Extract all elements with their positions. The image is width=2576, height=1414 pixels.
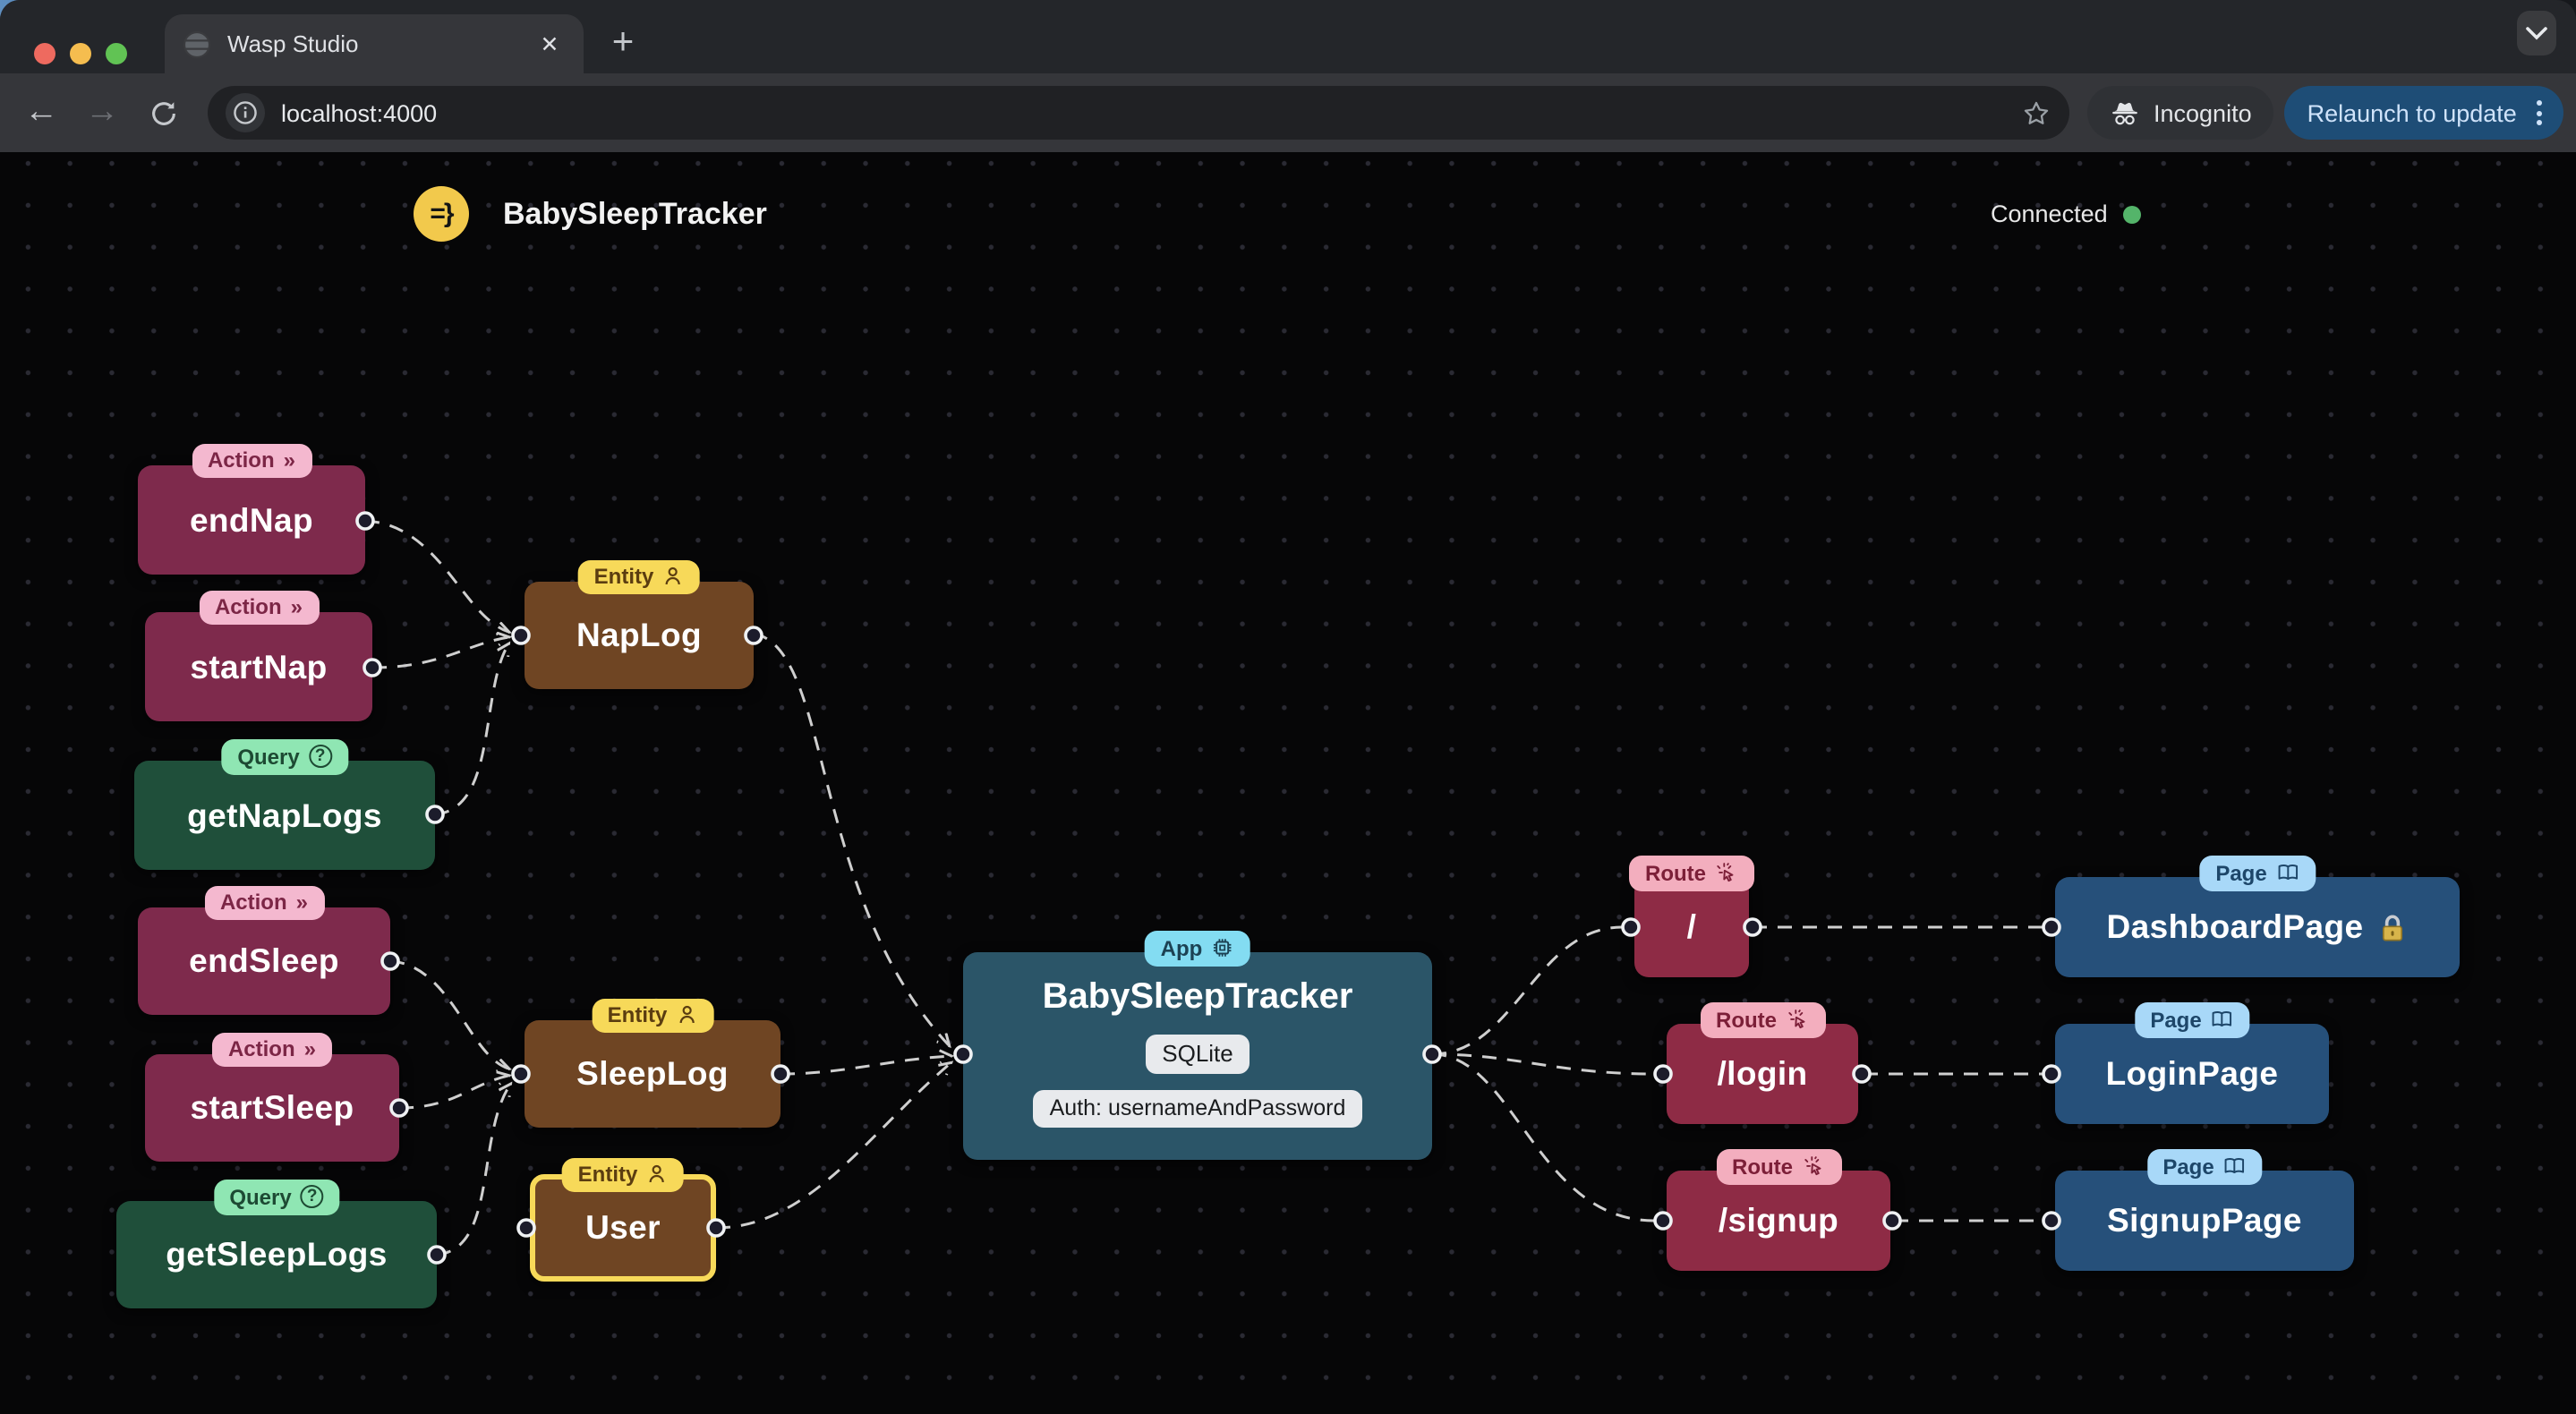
desktop-background: Wasp Studio ✕ + ← → localhost:4000 Incog… [0,0,2576,1414]
node-label: getNapLogs [187,796,382,833]
node-entity-sleeplog[interactable]: Entity SleepLog [525,999,780,1128]
node-label: /login [1717,1054,1808,1092]
node-label: DashboardPage [2055,877,2460,977]
node-label: LoginPage [2105,1054,2279,1092]
node-label: startSleep [190,1088,354,1126]
node-label: SleepLog [576,1054,729,1092]
forward-button[interactable]: → [77,88,127,138]
browser-window: Wasp Studio ✕ + ← → localhost:4000 Incog… [0,0,2576,1414]
incognito-icon [2112,102,2137,125]
node-action-endsleep[interactable]: Action » endSleep [138,886,390,1015]
node-label: / [1686,907,1697,945]
relaunch-to-update-button[interactable]: Relaunch to update [2283,86,2563,140]
incognito-badge: Incognito [2087,86,2273,140]
tab-strip: Wasp Studio ✕ + [0,0,2576,73]
page-title: BabySleepTracker [503,197,767,231]
connected-dot-icon [2123,205,2142,223]
node-entity-user[interactable]: Entity User [530,1158,716,1282]
wasp-logo: =} [414,186,469,242]
node-page-dashboardpage[interactable]: Page DashboardPage [2055,856,2460,977]
node-route-login[interactable]: Route /login [1667,1002,1858,1124]
node-label: SignupPage [2107,1201,2302,1239]
globe-favicon-icon [183,30,211,58]
node-app-babysleeptracker[interactable]: App BabySleepTracker SQLite Auth: userna… [963,931,1432,1160]
reload-icon [151,101,175,124]
url-text: localhost:4000 [281,99,438,126]
tab-title: Wasp Studio [227,30,359,57]
lock-icon [2383,914,2403,941]
bookmark-star-icon[interactable] [2021,98,2051,128]
node-label: NapLog [576,616,703,653]
node-query-getnaplogs[interactable]: Query ? getNapLogs [134,739,435,870]
node-action-startnap[interactable]: Action » startNap [145,591,372,721]
tab-search-button[interactable] [2517,11,2556,55]
connection-status-label: Connected [1991,200,2108,227]
browser-toolbar: ← → localhost:4000 Incognito Relaunch to… [0,73,2576,152]
zoom-window-button[interactable] [106,43,127,64]
chevron-down-icon [2526,26,2547,39]
node-label: endSleep [189,941,339,979]
relaunch-label: Relaunch to update [2307,99,2517,126]
node-entity-naplog[interactable]: Entity NapLog [525,560,754,689]
node-label: endNap [189,500,314,538]
reload-button[interactable] [138,88,188,138]
node-page-signuppage[interactable]: Page SignupPage [2055,1149,2354,1271]
database-badge: SQLite [1146,1035,1250,1074]
node-page-loginpage[interactable]: Page LoginPage [2055,1002,2329,1124]
auth-badge: Auth: usernameAndPassword [1033,1090,1362,1128]
incognito-label: Incognito [2154,99,2252,126]
node-label: getSleepLogs [166,1235,388,1273]
node-action-startsleep[interactable]: Action » startSleep [145,1033,399,1162]
minimize-window-button[interactable] [70,43,91,64]
site-info-button[interactable] [226,93,265,132]
close-window-button[interactable] [34,43,55,64]
connection-status: Connected [1991,200,2142,227]
tab-close-icon[interactable]: ✕ [533,28,566,60]
node-label: BabySleepTracker [1042,977,1353,1017]
node-route-root[interactable]: Route / [1629,856,1754,977]
node-label: /signup [1718,1201,1839,1239]
node-action-endnap[interactable]: Action » endNap [138,444,365,575]
node-query-getsleeplogs[interactable]: Query ? getSleepLogs [116,1180,437,1308]
node-label: startNap [190,647,328,685]
info-icon [234,101,257,124]
back-button[interactable]: ← [16,88,66,138]
node-route-signup[interactable]: Route /signup [1667,1149,1890,1271]
address-bar[interactable]: localhost:4000 [208,86,2069,140]
tab-wasp-studio[interactable]: Wasp Studio ✕ [165,14,584,73]
page-label: DashboardPage [2106,907,2364,945]
node-label: User [585,1208,661,1246]
browser-menu-kebab-icon[interactable] [2531,100,2547,125]
new-tab-button[interactable]: + [601,22,644,66]
